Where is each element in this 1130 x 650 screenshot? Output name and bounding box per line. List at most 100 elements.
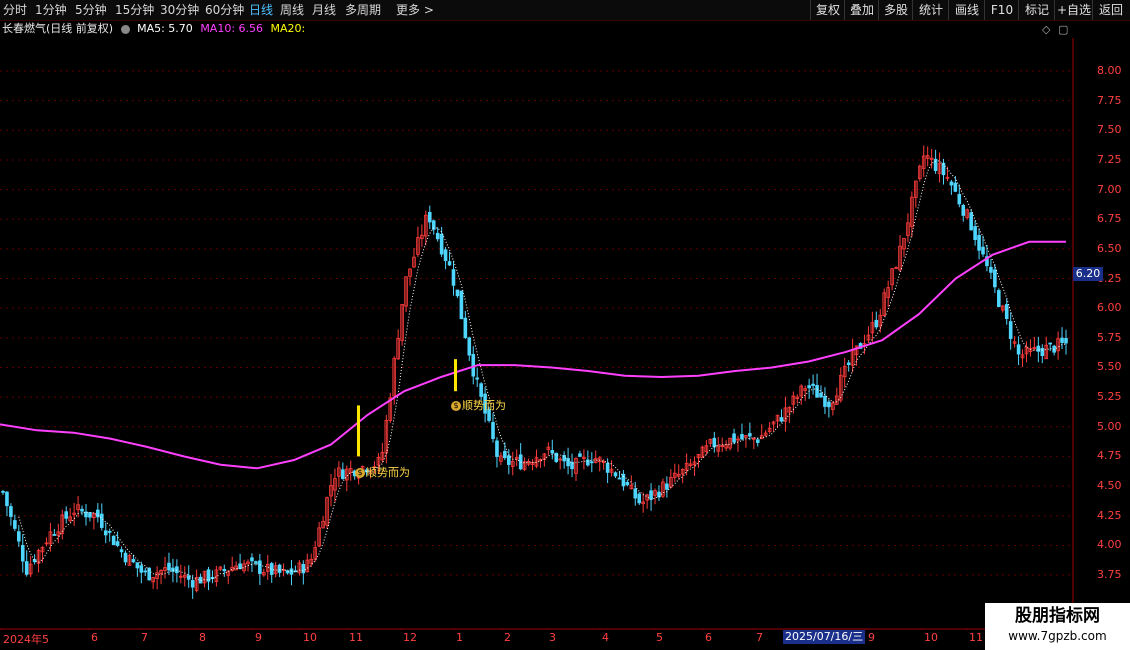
multi-stock-button[interactable]: 多股 bbox=[878, 0, 913, 20]
watermark-url: www.7gpzb.com bbox=[1008, 629, 1107, 643]
candle-body bbox=[427, 212, 432, 223]
price-tick-label: 6.75 bbox=[1097, 212, 1122, 226]
candle-body bbox=[617, 477, 622, 480]
candle-body bbox=[503, 450, 507, 459]
price-tick-label: 6.00 bbox=[1097, 301, 1122, 315]
candle-body bbox=[455, 289, 460, 297]
watermark-title: 股朋指标网 bbox=[1015, 606, 1100, 626]
cursor-date-tag: 2025/07/16/三 bbox=[783, 630, 866, 644]
candle-body bbox=[605, 463, 610, 473]
candle-body bbox=[254, 561, 258, 564]
candle-body bbox=[953, 182, 958, 192]
candle-body bbox=[479, 383, 483, 397]
candle-body bbox=[88, 512, 92, 518]
price-tick-label: 5.50 bbox=[1097, 360, 1122, 374]
date-tick-label: 7 bbox=[756, 631, 763, 644]
overlay-button[interactable]: 叠加 bbox=[844, 0, 879, 20]
candle-body bbox=[997, 290, 1001, 308]
period-tab-60min[interactable]: 60分钟 bbox=[205, 2, 244, 18]
period-tab-weekly[interactable]: 周线 bbox=[280, 2, 304, 18]
statistics-button[interactable]: 统计 bbox=[912, 0, 949, 20]
price-tick-label: 7.00 bbox=[1097, 182, 1122, 196]
candle-body bbox=[1004, 304, 1009, 319]
period-tab-multi[interactable]: 多周期 bbox=[345, 2, 381, 18]
money-bag-icon: $ bbox=[451, 401, 461, 411]
candle-body bbox=[1, 491, 5, 493]
price-tick-label: 4.00 bbox=[1097, 538, 1122, 552]
date-tick-label: 7 bbox=[141, 631, 148, 644]
f10-button[interactable]: F10 bbox=[984, 0, 1019, 20]
draw-line-button[interactable]: 画线 bbox=[948, 0, 985, 20]
date-tick-label: 2024年5 bbox=[3, 633, 49, 646]
candle-body bbox=[167, 562, 171, 571]
candle-body bbox=[961, 205, 966, 216]
mark-button[interactable]: 标记 bbox=[1018, 0, 1055, 20]
candle-body bbox=[13, 520, 17, 529]
candle-body bbox=[463, 317, 468, 338]
candle-body bbox=[115, 541, 120, 546]
candle-body bbox=[5, 491, 9, 507]
candle-body bbox=[301, 563, 306, 574]
diamond-icon[interactable]: ◇ bbox=[1042, 23, 1050, 36]
period-tab-15min[interactable]: 15分钟 bbox=[115, 2, 154, 18]
ma20-value: MA20: bbox=[270, 22, 306, 35]
candle-body bbox=[755, 439, 760, 443]
date-tick-label: 1 bbox=[456, 631, 463, 644]
ma-long-line bbox=[0, 240, 1066, 470]
kline-chart[interactable] bbox=[0, 38, 1130, 630]
candle-body bbox=[447, 261, 452, 266]
candle-body bbox=[341, 469, 345, 480]
price-tick-label: 5.00 bbox=[1097, 419, 1122, 433]
candle-body bbox=[258, 560, 262, 574]
candle-body bbox=[807, 385, 811, 389]
candle-body bbox=[578, 453, 582, 457]
back-button[interactable]: 返回 bbox=[1092, 0, 1129, 20]
price-tick-label: 4.50 bbox=[1097, 479, 1122, 493]
add-favorite-button[interactable]: +自选 bbox=[1054, 0, 1093, 20]
candle-body bbox=[24, 561, 29, 575]
candle-body bbox=[175, 566, 179, 574]
candle-body bbox=[451, 269, 456, 286]
period-tab-1min[interactable]: 1分钟 bbox=[35, 2, 67, 18]
candle-body bbox=[819, 392, 823, 398]
candle-body bbox=[1060, 337, 1064, 343]
candle-body bbox=[289, 568, 294, 575]
candle-body bbox=[811, 383, 815, 386]
candle-body bbox=[815, 385, 819, 398]
period-tab-daily[interactable]: 日线 bbox=[249, 2, 273, 18]
candle-body bbox=[52, 534, 57, 536]
candle-body bbox=[435, 232, 440, 240]
signal-label: 顺势而为 bbox=[462, 399, 506, 412]
candle-body bbox=[827, 401, 831, 408]
period-tab-30min[interactable]: 30分钟 bbox=[160, 2, 199, 18]
candle-body bbox=[32, 559, 37, 563]
candle-body bbox=[973, 226, 977, 240]
candle-body bbox=[665, 483, 669, 490]
price-tick-label: 6.50 bbox=[1097, 241, 1122, 255]
signal-marker-2: $ 顺势而为 bbox=[451, 397, 506, 413]
period-tab-more[interactable]: 更多 > bbox=[396, 2, 434, 18]
date-tick-label: 5 bbox=[656, 631, 663, 644]
date-tick-label: 2 bbox=[504, 631, 511, 644]
date-tick-label: 10 bbox=[303, 631, 317, 644]
price-tick-label: 8.00 bbox=[1097, 64, 1122, 77]
period-tab-monthly[interactable]: 月线 bbox=[312, 2, 336, 18]
candle-body bbox=[20, 544, 25, 562]
candle-body bbox=[439, 233, 444, 255]
candle-body bbox=[139, 565, 144, 573]
candle-body bbox=[80, 508, 84, 512]
date-tick-label: 12 bbox=[403, 631, 417, 644]
candle-body bbox=[1064, 338, 1068, 344]
candle-body bbox=[1008, 321, 1013, 339]
expand-icon[interactable]: ▢ bbox=[1058, 23, 1068, 36]
fuquan-button[interactable]: 复权 bbox=[810, 0, 845, 20]
price-tick-label: 7.75 bbox=[1097, 93, 1122, 107]
signal-marker-1: $ 顺势而为 bbox=[355, 464, 410, 480]
candle-body bbox=[143, 570, 148, 573]
period-tab-5min[interactable]: 5分钟 bbox=[75, 2, 107, 18]
date-tick-label: 11 bbox=[349, 631, 363, 644]
candle-body bbox=[99, 513, 104, 528]
period-tab-fenshi[interactable]: 分时 bbox=[3, 2, 27, 18]
settings-dot-icon[interactable] bbox=[120, 24, 130, 34]
date-tick-label: 10 bbox=[924, 631, 938, 644]
